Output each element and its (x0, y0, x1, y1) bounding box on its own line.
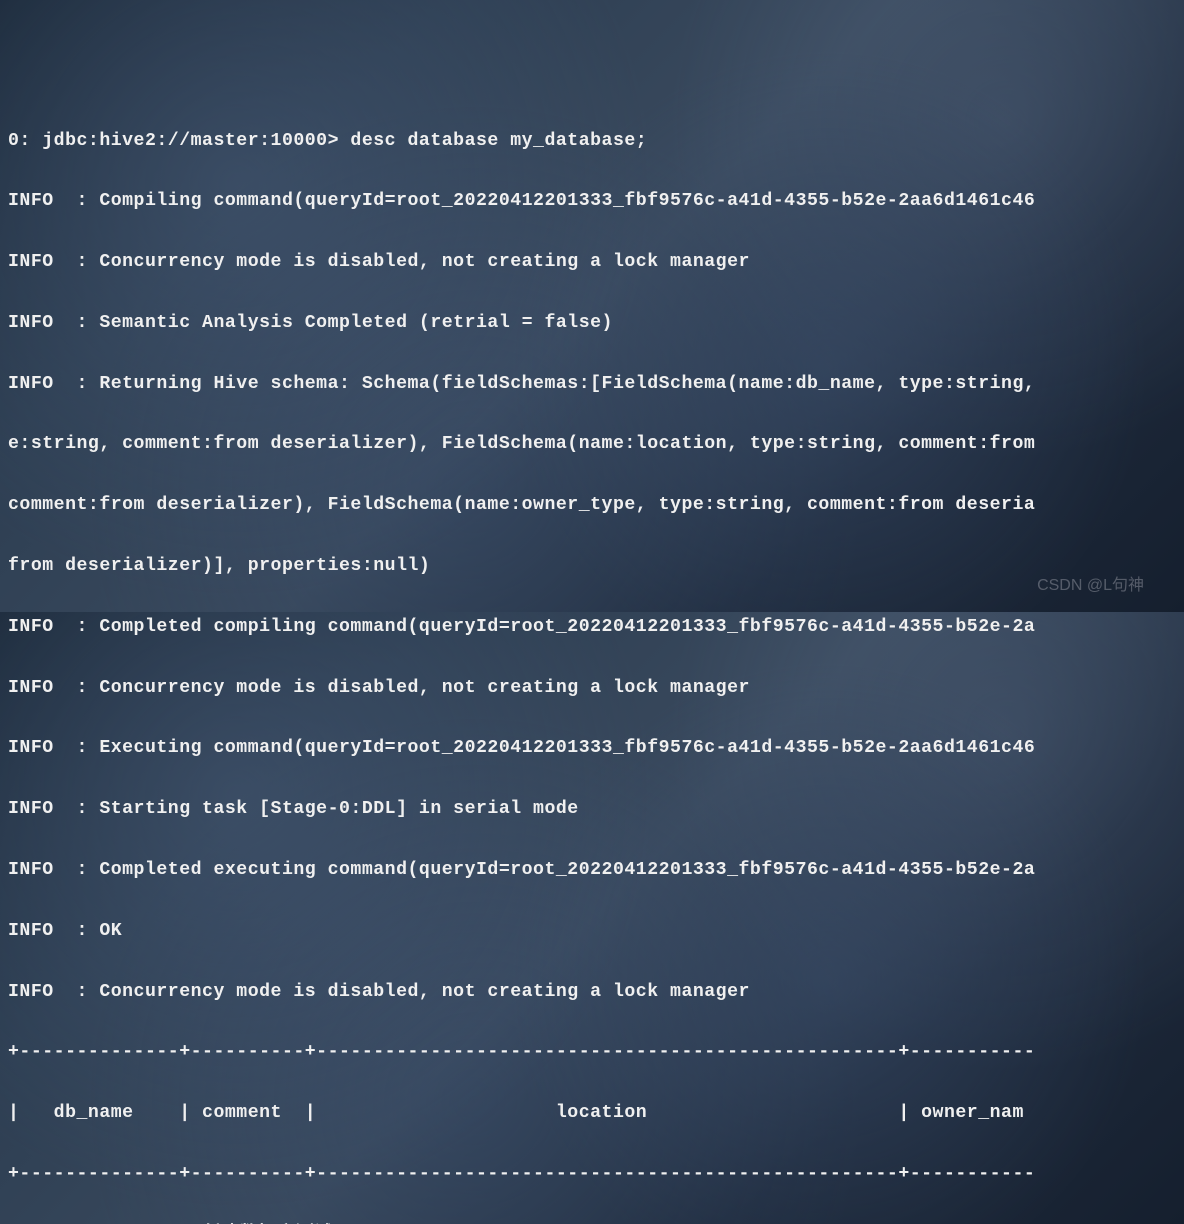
output-line: INFO : Concurrency mode is disabled, not… (8, 673, 1176, 703)
output-line: INFO : Concurrency mode is disabled, not… (8, 977, 1176, 1007)
output-line: INFO : Completed executing command(query… (8, 855, 1176, 885)
output-line: INFO : Compiling command(queryId=root_20… (8, 186, 1176, 216)
watermark: CSDN @L句神 (1037, 573, 1144, 600)
table-border: +--------------+----------+-------------… (8, 1159, 1176, 1189)
prompt-line: 0: jdbc:hive2://master:10000> desc datab… (8, 126, 1176, 156)
output-line: e:string, comment:from deserializer), Fi… (8, 429, 1176, 459)
output-line: INFO : Returning Hive schema: Schema(fie… (8, 369, 1176, 399)
output-line: INFO : Executing command(queryId=root_20… (8, 733, 1176, 763)
table-border: +--------------+----------+-------------… (8, 1037, 1176, 1067)
output-line: INFO : OK (8, 916, 1176, 946)
output-line: from deserializer)], properties:null) (8, 551, 1176, 581)
output-line: INFO : Completed compiling command(query… (8, 612, 1176, 642)
output-line: INFO : Starting task [Stage-0:DDL] in se… (8, 794, 1176, 824)
output-line: INFO : Concurrency mode is disabled, not… (8, 247, 1176, 277)
output-line: comment:from deserializer), FieldSchema(… (8, 490, 1176, 520)
table-header: | db_name | comment | location | owner_n… (8, 1098, 1176, 1128)
table-row: | my_database | 创建数据库测试 | hdfs://master:… (8, 1220, 1176, 1224)
output-line: INFO : Semantic Analysis Completed (retr… (8, 308, 1176, 338)
